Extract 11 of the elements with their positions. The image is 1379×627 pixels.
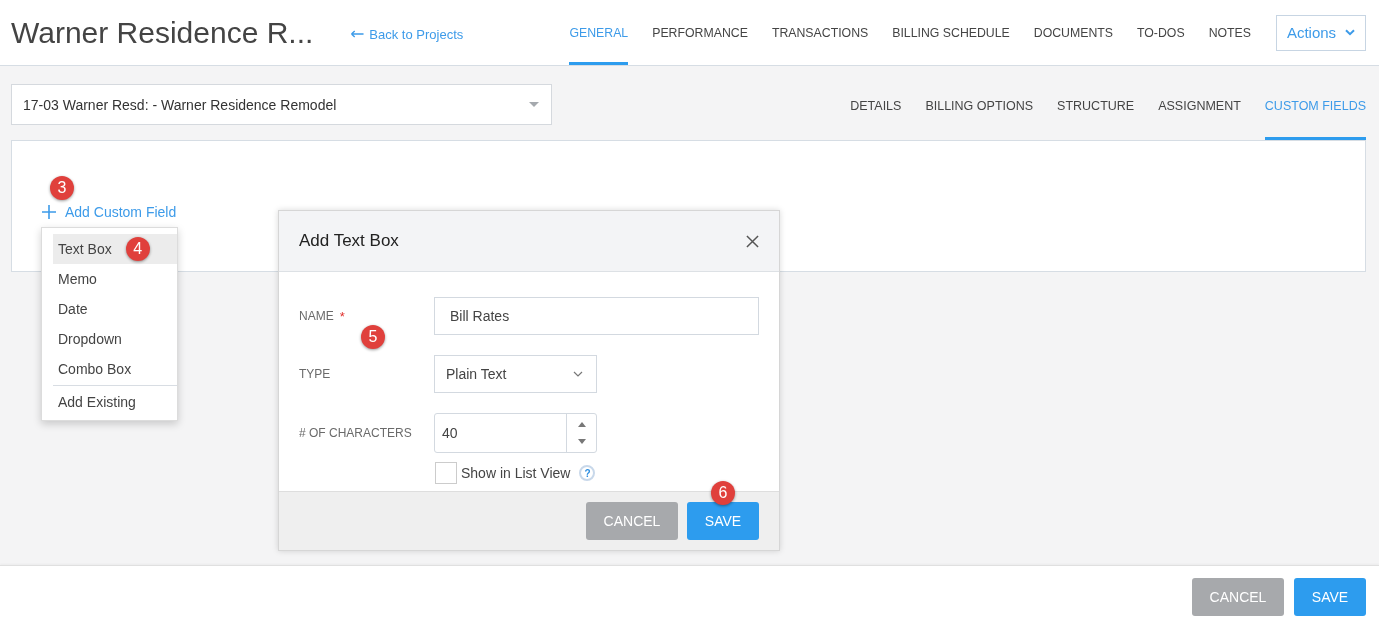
checkbox-label: Show in List View xyxy=(461,465,571,481)
step-marker: 3 xyxy=(50,176,74,200)
field-label: NAME xyxy=(299,308,334,324)
step-marker: 6 xyxy=(711,481,735,505)
required-mark: * xyxy=(339,308,345,324)
field-label: # OF CHARACTERS xyxy=(299,426,412,440)
dialog-title: Add Text Box xyxy=(299,231,399,251)
step-marker: 5 xyxy=(361,325,385,349)
step-marker: 4 xyxy=(125,237,150,261)
project-title: Warner Residence R... xyxy=(11,15,314,50)
field-label: TYPE xyxy=(299,367,331,381)
